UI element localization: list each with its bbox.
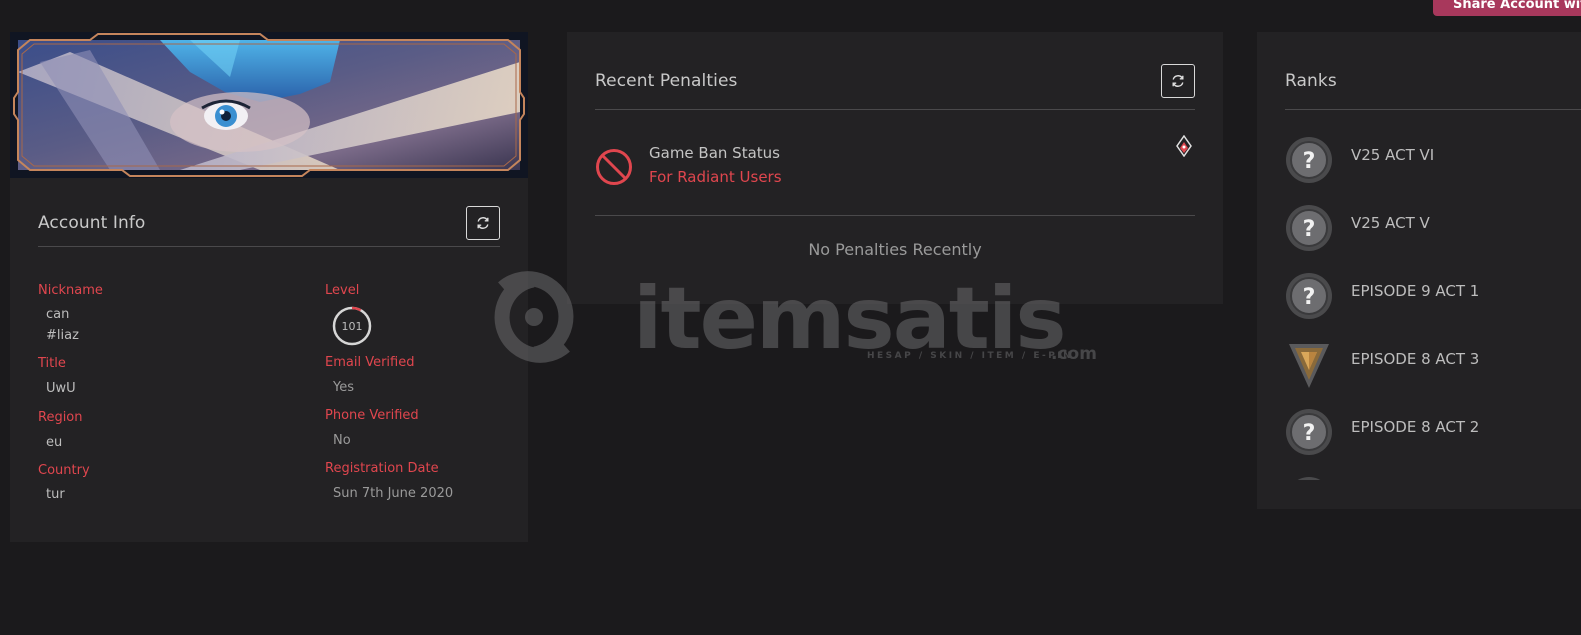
game-ban-row: Game Ban Status For Radiant Users bbox=[595, 110, 1195, 216]
account-info-title: Account Info bbox=[38, 212, 146, 233]
ban-icon bbox=[596, 149, 632, 185]
svg-text:?: ? bbox=[1303, 149, 1316, 174]
penalties-header: Recent Penalties bbox=[595, 52, 1195, 110]
rank-label: V25 ACT VI bbox=[1351, 146, 1435, 164]
title-label: Title bbox=[38, 356, 66, 371]
watermark-suffix: .com bbox=[1051, 344, 1097, 364]
title-value: UwU bbox=[46, 381, 76, 396]
level-label: Level bbox=[325, 283, 360, 298]
rank-label: EPISODE 8 ACT 3 bbox=[1351, 350, 1480, 368]
watermark-tagline: HESAP / SKIN / ITEM / E-PIN bbox=[867, 351, 1073, 361]
region-value: eu bbox=[46, 435, 63, 450]
refresh-icon bbox=[477, 216, 489, 229]
region-label: Region bbox=[38, 410, 83, 425]
ranks-title: Ranks bbox=[1285, 70, 1337, 91]
registration-date-label: Registration Date bbox=[325, 461, 439, 476]
rank-item: EPISODE 8 ACT 3 bbox=[1285, 340, 1581, 390]
ban-status-title: Game Ban Status bbox=[649, 144, 780, 162]
ranks-card: Ranks ? V25 ACT VI ? V25 ACT V ? EPISODE… bbox=[1257, 32, 1581, 509]
recent-penalties-card: Recent Penalties Game Ban Status For Rad… bbox=[567, 32, 1223, 304]
rank-item: ? EPISODE 8 ACT 2 bbox=[1285, 408, 1581, 458]
radiant-icon bbox=[1176, 135, 1192, 157]
ranks-header: Ranks bbox=[1285, 52, 1581, 110]
rank-item: ? EPISODE 9 ACT 1 bbox=[1285, 272, 1581, 322]
rank-label: EPISODE 8 ACT 2 bbox=[1351, 418, 1480, 436]
phone-verified-value: No bbox=[333, 433, 351, 448]
account-info-header: Account Info bbox=[38, 199, 500, 247]
penalties-title: Recent Penalties bbox=[595, 70, 738, 91]
refresh-icon bbox=[1172, 74, 1184, 87]
nickname-value: can bbox=[46, 307, 70, 322]
no-penalties-text: No Penalties Recently bbox=[808, 240, 982, 259]
player-card-banner bbox=[10, 32, 528, 178]
account-info-card: Account Info Nickname can #liaz Title Uw… bbox=[10, 32, 528, 542]
unranked-icon: ? bbox=[1286, 409, 1332, 455]
registration-date-value: Sun 7th June 2020 bbox=[333, 486, 454, 501]
email-verified-value: Yes bbox=[333, 380, 354, 395]
email-verified-label: Email Verified bbox=[325, 355, 415, 370]
level-badge: 101 bbox=[331, 305, 373, 347]
rank-label: V25 ACT V bbox=[1351, 214, 1430, 232]
rank-item: ? V25 ACT V bbox=[1285, 204, 1581, 254]
svg-text:?: ? bbox=[1303, 217, 1316, 242]
unranked-icon: ? bbox=[1286, 137, 1332, 183]
svg-text:?: ? bbox=[1303, 285, 1316, 310]
level-value: 101 bbox=[341, 319, 363, 333]
nickname-label: Nickname bbox=[38, 283, 103, 298]
unranked-icon bbox=[1297, 477, 1321, 480]
nickname-tag: #liaz bbox=[46, 328, 79, 343]
share-account-button[interactable]: Share Account with bbox=[1433, 0, 1581, 16]
bronze-rank-icon bbox=[1289, 344, 1329, 388]
account-refresh-button[interactable] bbox=[466, 205, 500, 240]
svg-text:?: ? bbox=[1303, 421, 1316, 446]
unranked-icon: ? bbox=[1286, 273, 1332, 319]
country-value: tur bbox=[46, 487, 65, 502]
ban-status-value: For Radiant Users bbox=[649, 168, 782, 186]
rank-label: EPISODE 9 ACT 1 bbox=[1351, 282, 1480, 300]
penalties-refresh-button[interactable] bbox=[1161, 63, 1195, 98]
unranked-icon: ? bbox=[1286, 205, 1332, 251]
rank-item-partial bbox=[1285, 476, 1333, 480]
rank-item: ? V25 ACT VI bbox=[1285, 136, 1581, 186]
phone-verified-label: Phone Verified bbox=[325, 408, 419, 423]
banner-artwork bbox=[10, 32, 528, 178]
country-label: Country bbox=[38, 463, 90, 478]
